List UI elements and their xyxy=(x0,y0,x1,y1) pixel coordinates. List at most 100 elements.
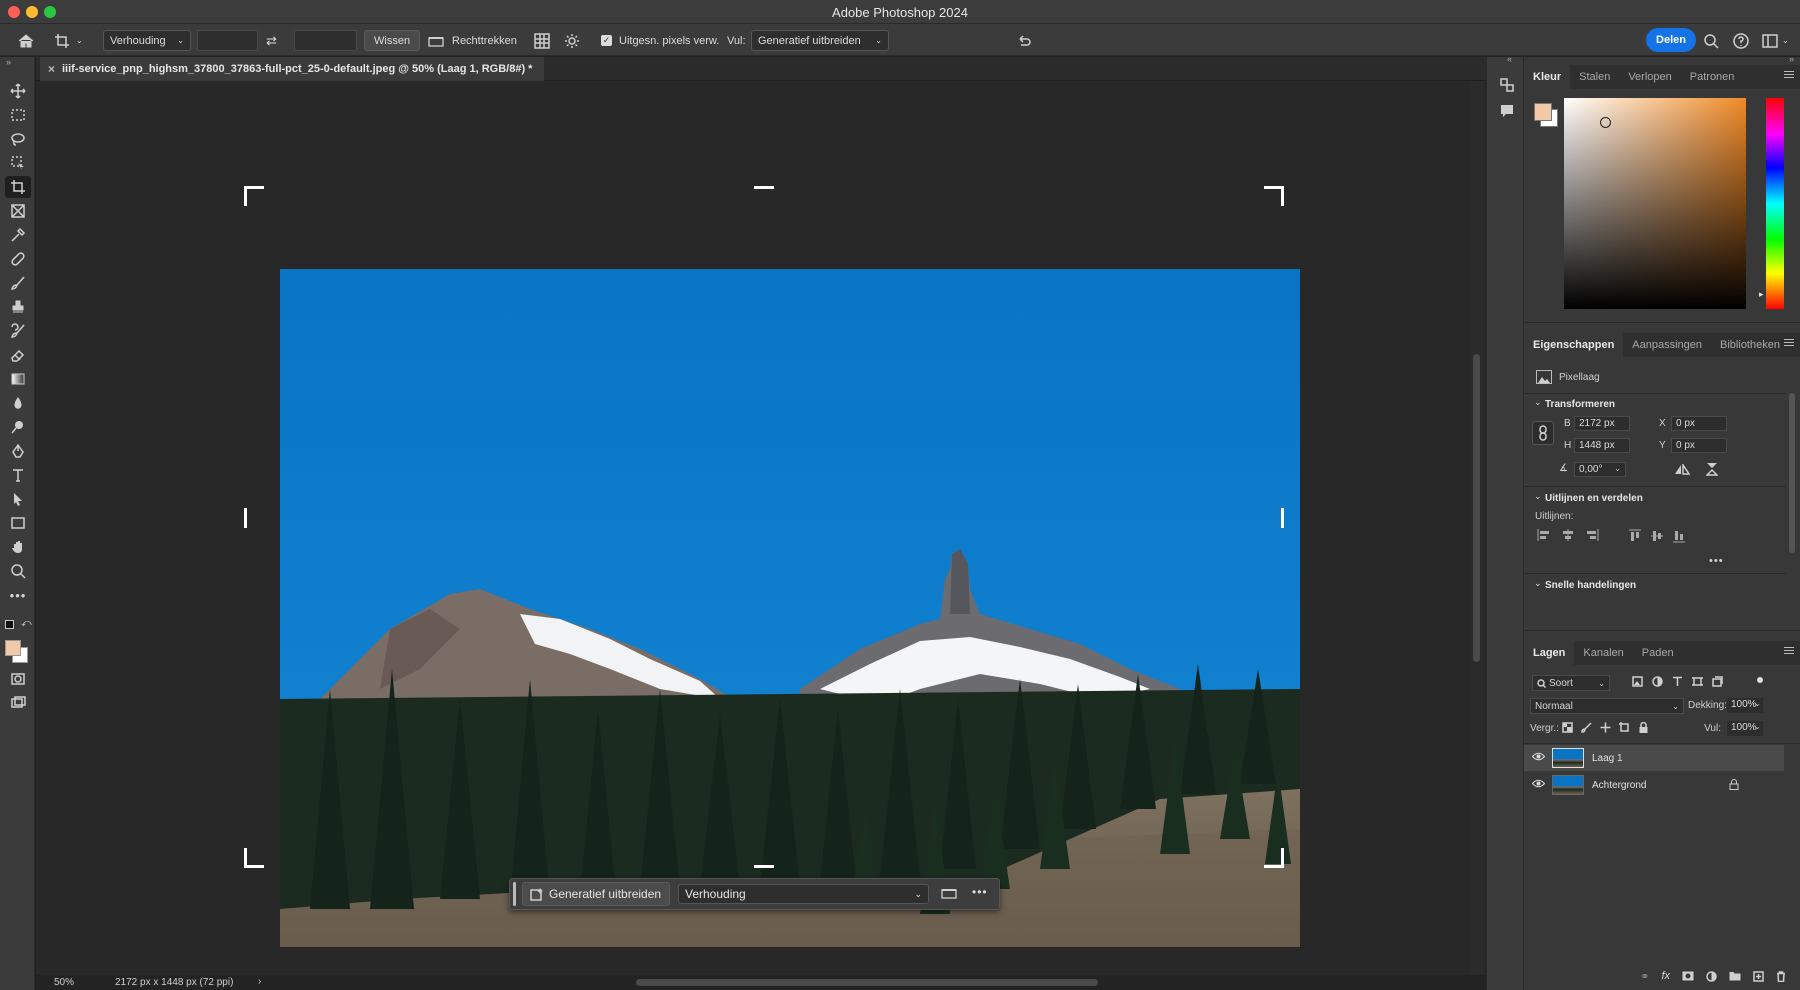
properties-panel-menu-icon[interactable] xyxy=(1784,339,1794,349)
link-layers-icon[interactable]: ⚭ xyxy=(1640,970,1649,983)
align-middle-icon[interactable] xyxy=(1651,529,1663,543)
lock-image-pixels-icon[interactable] xyxy=(1581,722,1592,733)
new-group-icon[interactable] xyxy=(1729,971,1741,981)
rectangle-tool[interactable] xyxy=(5,512,31,534)
color-picker-marker[interactable] xyxy=(1600,117,1611,128)
swap-colors-icon[interactable]: ⤺ xyxy=(21,618,32,629)
chevron-down-icon[interactable]: ⌄ xyxy=(1754,722,1761,731)
color-panel-menu-icon[interactable] xyxy=(1784,71,1794,81)
quick-actions-section-title[interactable]: Snelle handelingen xyxy=(1545,580,1636,591)
chevron-down-icon[interactable]: ⌄ xyxy=(1534,491,1542,502)
flip-vertical-button[interactable] xyxy=(1705,462,1719,481)
filter-toggle[interactable] xyxy=(1757,677,1763,683)
hand-tool[interactable] xyxy=(5,536,31,558)
crop-tool-preset-button[interactable]: ⌄ xyxy=(54,30,90,51)
width-field[interactable]: 2172 px xyxy=(1574,416,1630,431)
crop-settings-button[interactable] xyxy=(564,30,582,51)
history-panel-button[interactable] xyxy=(1499,77,1515,98)
zoom-tool[interactable] xyxy=(5,560,31,582)
crop-handle-right[interactable] xyxy=(1281,508,1284,528)
color-field[interactable] xyxy=(1564,98,1746,309)
tab-color[interactable]: Kleur xyxy=(1524,65,1571,89)
fill-select[interactable]: Generatief uitbreiden ⌄ xyxy=(751,30,889,51)
document-tab[interactable]: × iiif-service_pnp_highsm_37800_37863-fu… xyxy=(40,57,545,81)
crop-handle-top-left-v[interactable] xyxy=(244,186,247,206)
swap-ratio-icon[interactable]: ⇄ xyxy=(266,30,284,51)
quick-mask-button[interactable] xyxy=(5,668,31,690)
home-button[interactable] xyxy=(14,30,38,51)
ratio-height-field[interactable] xyxy=(294,30,357,51)
healing-brush-tool[interactable] xyxy=(5,248,31,270)
marquee-tool[interactable] xyxy=(5,104,31,126)
pen-tool[interactable] xyxy=(5,440,31,462)
clone-stamp-tool[interactable] xyxy=(5,296,31,318)
vertical-scrollbar[interactable] xyxy=(1470,81,1484,975)
crop-tool[interactable] xyxy=(5,176,31,198)
default-colors-icon[interactable] xyxy=(5,620,14,629)
path-selection-tool[interactable] xyxy=(5,488,31,510)
help-button[interactable] xyxy=(1733,30,1751,51)
foreground-color-swatch[interactable] xyxy=(5,640,21,656)
zoom-level[interactable]: 50% xyxy=(54,977,74,988)
chevron-down-icon[interactable]: ⌄ xyxy=(1534,397,1542,408)
lock-transparent-icon[interactable] xyxy=(1562,722,1573,733)
screen-mode-button[interactable] xyxy=(5,692,31,714)
crop-handle-top-right-v[interactable] xyxy=(1281,186,1284,206)
context-straighten-button[interactable] xyxy=(941,886,959,904)
hue-slider[interactable] xyxy=(1766,98,1784,309)
more-tools-button[interactable]: ••• xyxy=(5,584,31,606)
object-selection-tool[interactable] xyxy=(5,152,31,174)
delete-cropped-pixels-checkbox[interactable]: ✓ Uitgesn. pixels verw. xyxy=(601,30,719,51)
vertical-scroll-thumb[interactable] xyxy=(1473,354,1480,662)
brush-tool[interactable] xyxy=(5,272,31,294)
filter-shape-icon[interactable] xyxy=(1692,676,1703,687)
lock-icon[interactable] xyxy=(1729,779,1739,793)
lock-position-icon[interactable] xyxy=(1600,722,1611,733)
horizontal-scroll-thumb[interactable] xyxy=(636,979,1098,986)
align-right-icon[interactable] xyxy=(1585,529,1599,541)
link-dimensions-button[interactable] xyxy=(1532,421,1554,445)
adjustment-layer-icon[interactable] xyxy=(1706,970,1717,982)
align-center-icon[interactable] xyxy=(1561,529,1575,541)
dodge-tool[interactable] xyxy=(5,416,31,438)
filter-pixel-icon[interactable] xyxy=(1632,676,1643,687)
more-align-options-icon[interactable]: ••• xyxy=(1709,555,1724,567)
hue-slider-handle[interactable]: ▸ xyxy=(1759,289,1764,300)
tab-patterns[interactable]: Patronen xyxy=(1681,65,1744,89)
blend-mode-select[interactable]: Normaal ⌄ xyxy=(1530,698,1684,714)
eye-icon[interactable] xyxy=(1524,779,1552,791)
tab-layers[interactable]: Lagen xyxy=(1524,641,1575,665)
ratio-select[interactable]: Verhouding ⌄ xyxy=(103,30,191,51)
document-image[interactable] xyxy=(280,269,1300,947)
tab-paths[interactable]: Paden xyxy=(1633,641,1683,665)
eyedropper-tool[interactable] xyxy=(5,224,31,246)
filter-adjustment-icon[interactable] xyxy=(1652,676,1663,687)
canvas-area[interactable]: Generatief uitbreiden Verhouding ⌄ ••• xyxy=(36,81,1490,975)
close-tab-icon[interactable]: × xyxy=(48,62,55,76)
type-tool[interactable] xyxy=(5,464,31,486)
flip-horizontal-button[interactable] xyxy=(1674,462,1691,481)
lock-artboard-icon[interactable] xyxy=(1619,722,1630,733)
trash-icon[interactable] xyxy=(1776,970,1786,982)
filter-type-icon[interactable] xyxy=(1672,676,1683,687)
tab-properties[interactable]: Eigenschappen xyxy=(1524,333,1624,357)
chevron-down-icon[interactable]: ⌄ xyxy=(1534,578,1542,589)
layer-row-achtergrond[interactable]: Achtergrond xyxy=(1524,772,1784,798)
angle-field[interactable]: 0,00° ⌄ xyxy=(1574,462,1626,477)
layer-filter-select[interactable]: Soort ⌄ xyxy=(1532,675,1610,691)
crop-handle-bottom-left[interactable] xyxy=(244,865,264,868)
foreground-color-chip[interactable] xyxy=(1534,103,1552,121)
crop-handle-top[interactable] xyxy=(754,186,774,189)
chevron-right-icon[interactable]: › xyxy=(258,976,261,987)
eraser-tool[interactable] xyxy=(5,344,31,366)
align-left-icon[interactable] xyxy=(1537,529,1551,541)
context-ratio-select[interactable]: Verhouding ⌄ xyxy=(678,884,929,904)
history-brush-tool[interactable] xyxy=(5,320,31,342)
share-button[interactable]: Delen xyxy=(1646,28,1696,52)
align-section-title[interactable]: Uitlijnen en verdelen xyxy=(1545,493,1643,504)
align-bottom-icon[interactable] xyxy=(1673,529,1685,543)
chevron-down-icon[interactable]: ⌄ xyxy=(1754,699,1761,708)
tab-libraries[interactable]: Bibliotheken xyxy=(1711,333,1789,357)
crop-handle-bottom[interactable] xyxy=(754,865,774,868)
ratio-width-field[interactable] xyxy=(197,30,258,51)
